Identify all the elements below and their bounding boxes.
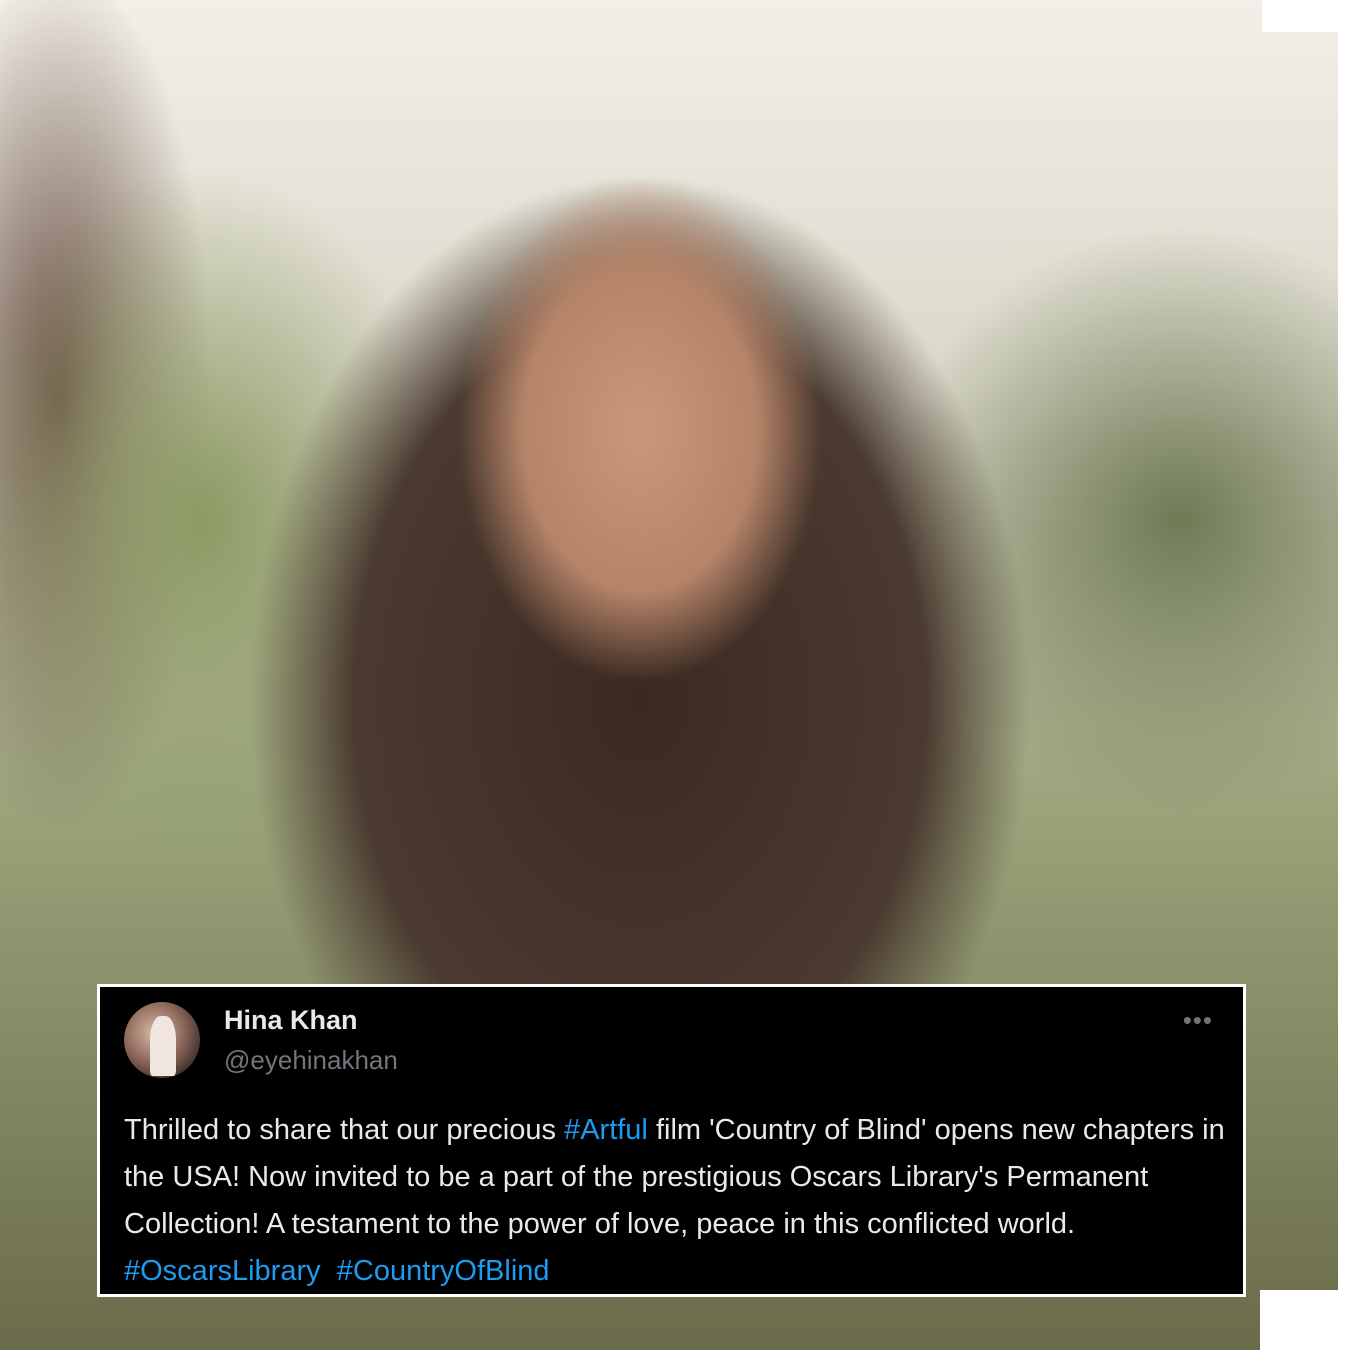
hashtag-link[interactable]: #OscarsLibrary — [124, 1255, 321, 1287]
tweet-text-segment: Thrilled to share that our precious — [124, 1114, 565, 1146]
photo-border — [1262, 0, 1350, 32]
photo-border — [1338, 0, 1350, 1350]
user-handle[interactable]: @eyehinakhan — [224, 1045, 398, 1076]
display-name[interactable]: Hina Khan — [224, 1005, 358, 1036]
tweet-text-segment — [321, 1255, 337, 1287]
more-options-icon[interactable]: ••• — [1183, 1007, 1213, 1033]
tweet-text: Thrilled to share that our precious #Art… — [124, 1107, 1234, 1295]
tweet-card[interactable]: Hina Khan @eyehinakhan ••• Thrilled to s… — [97, 984, 1246, 1297]
photo-border — [1260, 1290, 1350, 1350]
hashtag-link[interactable]: #Artful — [564, 1114, 648, 1146]
hashtag-link[interactable]: #CountryOfBlind — [337, 1255, 550, 1287]
avatar[interactable] — [124, 1002, 200, 1078]
